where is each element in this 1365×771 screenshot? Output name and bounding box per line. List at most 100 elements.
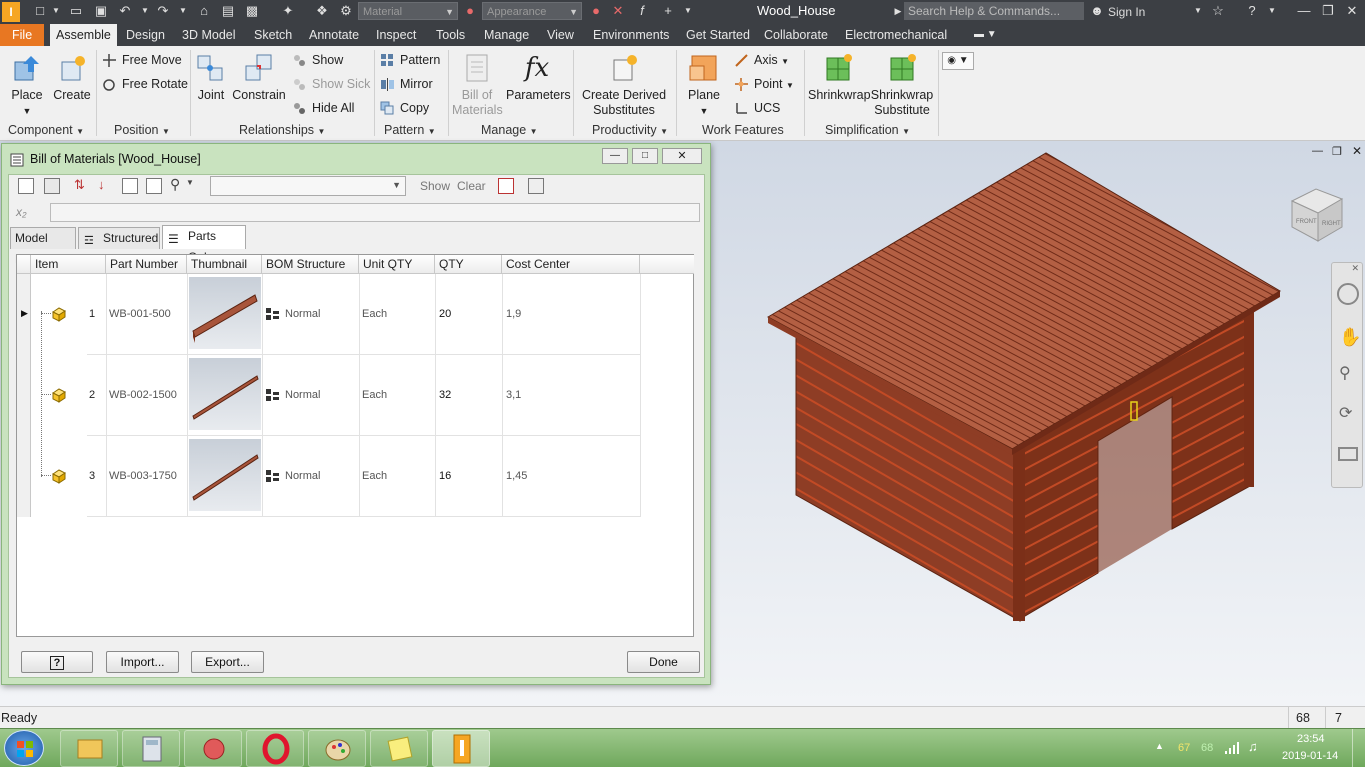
import-button[interactable]: Import... <box>106 651 179 673</box>
tab-model-data[interactable]: Model Data <box>10 227 76 266</box>
qty-cell[interactable]: 32 <box>439 389 451 401</box>
show-sick-button[interactable]: Show Sick <box>290 74 370 94</box>
column-header-bom-structure[interactable]: BOM Structure <box>262 255 359 274</box>
show-filter-button[interactable]: Show <box>420 179 450 193</box>
chevron-down-icon[interactable]: ▼ <box>1264 3 1280 19</box>
network-signal-icon[interactable] <box>1224 741 1240 758</box>
app-logo-icon[interactable]: I <box>2 2 20 22</box>
plane-button[interactable]: Plane ▼ <box>684 52 724 119</box>
panel-relationships-label[interactable]: Relationships ▼ <box>239 123 325 137</box>
function-icon[interactable]: f <box>634 3 650 19</box>
unit-qty-cell[interactable]: Each <box>362 308 387 320</box>
ribbon-options-icon[interactable]: ▬ ▼ <box>968 24 1003 46</box>
redo-icon[interactable]: ↷ <box>155 3 171 19</box>
appearance-icon[interactable]: ● <box>462 3 478 19</box>
tab-assemble[interactable]: Assemble <box>50 24 117 46</box>
done-button[interactable]: Done <box>627 651 700 673</box>
update-icon[interactable]: ⚙ <box>338 3 354 19</box>
column-header-qty[interactable]: QTY <box>435 255 502 274</box>
pattern-button[interactable]: Pattern <box>378 50 440 70</box>
formula-icon[interactable]: x₂ <box>16 203 44 221</box>
copy-button[interactable]: Copy <box>378 98 429 118</box>
dialog-maximize-button[interactable]: □ <box>632 148 658 164</box>
renumber-icon[interactable]: ↓ <box>98 177 105 192</box>
tab-structured[interactable]: ☲ Structured <box>78 227 160 249</box>
panel-manage-label[interactable]: Manage ▼ <box>481 123 538 137</box>
view-options-icon[interactable] <box>146 178 162 194</box>
parameters-button[interactable]: fx Parameters <box>506 52 571 103</box>
chevron-down-icon[interactable]: ▼ <box>137 3 153 19</box>
show-desktop-button[interactable] <box>1352 729 1365 767</box>
create-button[interactable]: Create <box>52 52 92 103</box>
tab-design[interactable]: Design <box>120 24 171 46</box>
look-at-icon[interactable] <box>1338 447 1358 461</box>
bom-structure-cell[interactable]: Normal <box>285 389 320 401</box>
zoom-icon[interactable]: ⚲ <box>1339 363 1351 383</box>
help-button[interactable]: ? <box>21 651 93 673</box>
create-derived-substitutes-button[interactable]: Create Derived Substitutes <box>580 52 668 118</box>
column-header-cost-center[interactable]: Cost Center <box>502 255 640 274</box>
material-select[interactable]: Material ▼ <box>358 2 458 20</box>
mirror-button[interactable]: Mirror <box>378 74 433 94</box>
volume-icon[interactable]: ♫ <box>1248 739 1258 754</box>
steering-wheel-icon[interactable] <box>1337 283 1359 305</box>
taskbar-explorer[interactable] <box>60 730 118 767</box>
appearance-select[interactable]: Appearance ▼ <box>482 2 582 20</box>
panel-productivity-label[interactable]: Productivity ▼ <box>592 123 668 137</box>
column-header-part-number[interactable]: Part Number <box>106 255 187 274</box>
free-rotate-button[interactable]: Free Rotate <box>100 74 188 94</box>
panel-position-label[interactable]: Position ▼ <box>114 123 170 137</box>
cost-center-cell[interactable]: 1,45 <box>506 470 527 482</box>
clock-date[interactable]: 2019-01-14 <box>1282 750 1338 762</box>
open-folder-icon[interactable]: ▭ <box>68 3 84 19</box>
edit-icon[interactable] <box>44 178 60 194</box>
unit-qty-cell[interactable]: Each <box>362 389 387 401</box>
point-button[interactable]: Point ▼ <box>732 74 794 94</box>
taskbar-sticky-notes[interactable] <box>370 730 428 767</box>
search-input[interactable]: Search Help & Commands... <box>904 2 1084 20</box>
taskbar-inventor[interactable] <box>432 730 490 767</box>
find-icon[interactable]: ⚲ <box>170 176 180 193</box>
taskbar-paint[interactable] <box>308 730 366 767</box>
bom-structure-cell[interactable]: Normal <box>285 308 320 320</box>
ucs-button[interactable]: UCS <box>732 98 780 118</box>
home-icon[interactable]: ⌂ <box>196 3 212 19</box>
measure-icon[interactable]: ❖ <box>314 3 330 19</box>
chevron-down-icon[interactable]: ▼ <box>186 178 194 187</box>
taskbar-calculator[interactable] <box>122 730 180 767</box>
bill-of-materials-button[interactable]: Bill of Materials <box>452 52 503 118</box>
navbar-close-icon[interactable]: ✕ <box>1351 263 1359 274</box>
chevron-down-icon[interactable]: ▼ <box>1190 3 1206 19</box>
start-button[interactable] <box>4 730 44 766</box>
viewport-minimize-icon[interactable]: — <box>1312 145 1323 157</box>
viewport-close-icon[interactable]: ✕ <box>1352 144 1362 158</box>
clear-filter-button[interactable]: Clear <box>457 179 486 193</box>
ribbon-overflow-button[interactable]: ◉ ▼ <box>942 52 974 70</box>
orbit-icon[interactable]: ⟳ <box>1339 403 1352 423</box>
user-icon[interactable]: ☻ <box>1089 3 1105 19</box>
panel-pattern-label[interactable]: Pattern ▼ <box>384 123 436 137</box>
tab-get-started[interactable]: Get Started <box>680 24 756 46</box>
bom-structure-cell[interactable]: Normal <box>285 470 320 482</box>
chevron-down-icon[interactable]: ▼ <box>680 3 696 19</box>
dialog-minimize-button[interactable]: — <box>602 148 628 164</box>
part-number-cell[interactable]: WB-001-500 <box>109 308 171 320</box>
shrinkwrap-button[interactable]: Shrinkwrap <box>808 52 871 103</box>
clear-override-icon[interactable]: ✕ <box>610 3 626 19</box>
tab-manage[interactable]: Manage <box>478 24 535 46</box>
tab-view[interactable]: View <box>541 24 580 46</box>
constrain-button[interactable]: Constrain <box>232 52 286 103</box>
restore-icon[interactable]: ❐ <box>1320 3 1336 19</box>
print-icon[interactable]: ▩ <box>244 3 260 19</box>
tab-sketch[interactable]: Sketch <box>248 24 298 46</box>
pan-icon[interactable]: ✋ <box>1339 327 1361 348</box>
taskbar-snipping-tool[interactable] <box>184 730 242 767</box>
hide-all-button[interactable]: Hide All <box>290 98 354 118</box>
formula-input[interactable] <box>50 203 700 222</box>
panel-work-features-label[interactable]: Work Features <box>702 123 784 137</box>
tab-file[interactable]: File <box>0 24 45 46</box>
undo-icon[interactable]: ↶ <box>117 3 133 19</box>
free-move-button[interactable]: Free Move <box>100 50 182 70</box>
part-number-cell[interactable]: WB-003-1750 <box>109 470 177 482</box>
chevron-down-icon[interactable]: ▼ <box>48 3 64 19</box>
